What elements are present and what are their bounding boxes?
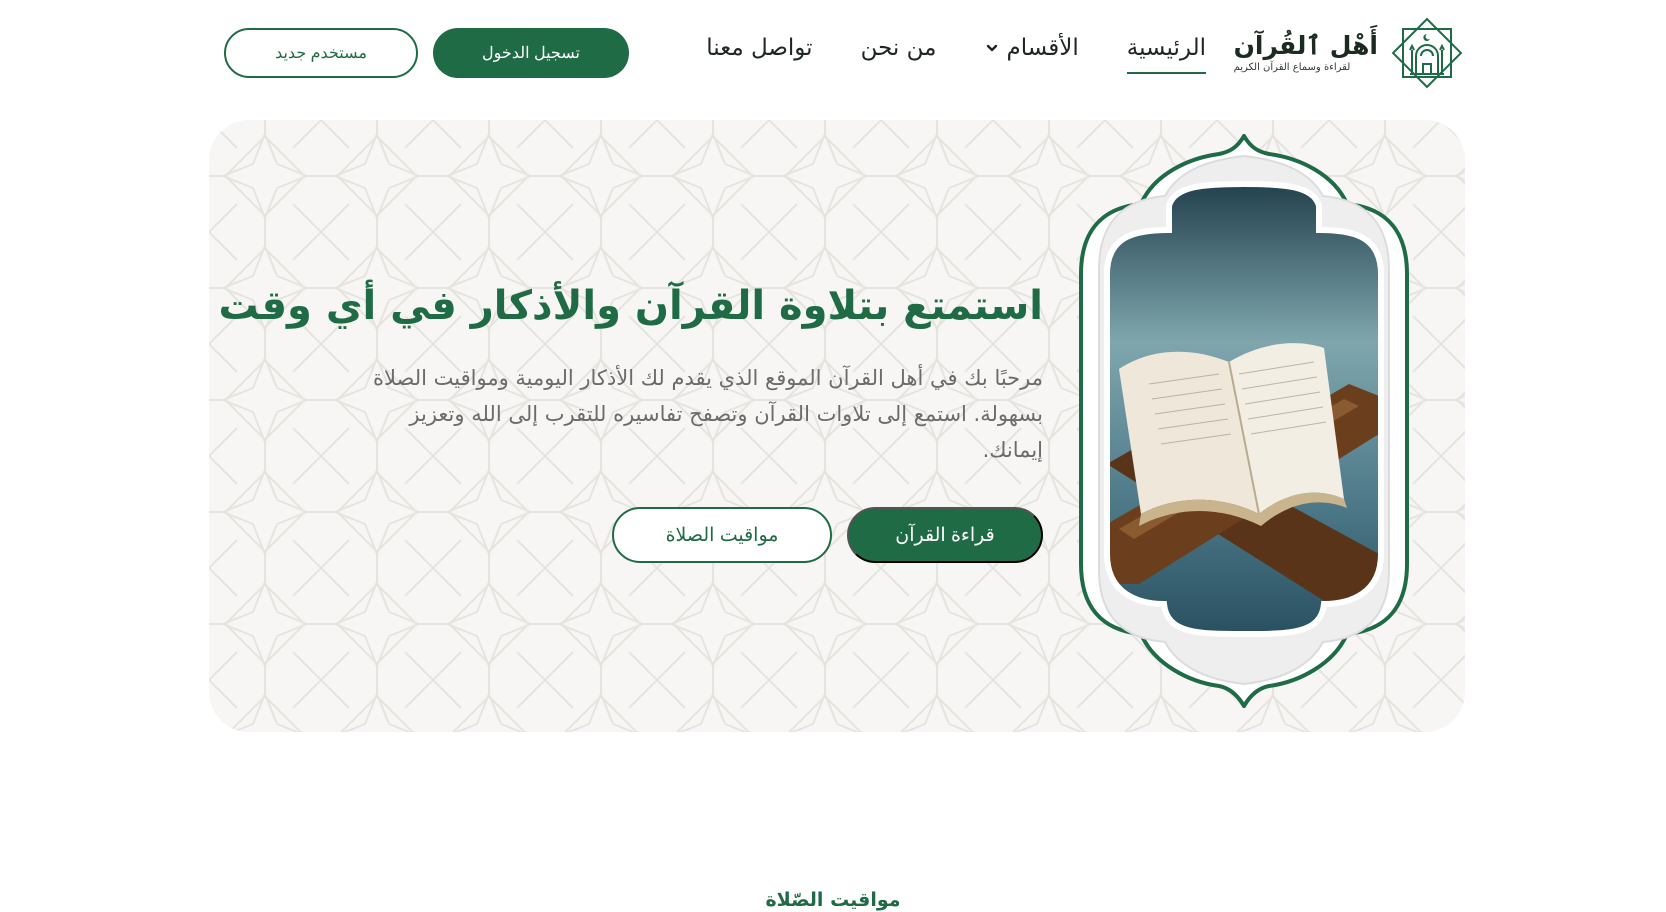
quran-image-frame [1079,134,1409,708]
login-button[interactable]: تسجيل الدخول [433,28,629,78]
logo-title: أَهْل ٱلقُرآن [1233,31,1378,60]
site-header: أَهْل ٱلقُرآن لقراءة وسماع القرآن الكريم… [0,0,1666,106]
hero-title: استمتع بتلاوة القرآن والأذكار في أي وقت … [209,283,1043,329]
nav-sections[interactable]: الأقسام [986,30,1079,74]
logo-subtitle: لقراءة وسماع القرآن الكريم [1233,62,1351,73]
logo-text: أَهْل ٱلقُرآن لقراءة وسماع القرآن الكريم [1234,31,1378,75]
nav-contact[interactable]: تواصل معنا [706,30,812,74]
hero-description: مرحبًا بك في أهل القرآن الموقع الذي يقدم… [373,366,1043,462]
prayer-times-section-title: مواقيت الصّلاة [765,889,901,911]
main-nav: الرئيسية الأقسام من نحن تواصل معنا [706,30,1207,74]
prayer-times-button[interactable]: مواقيت الصلاة [612,507,832,563]
site-logo[interactable]: أَهْل ٱلقُرآن لقراءة وسماع القرآن الكريم [1234,12,1468,94]
nav-about[interactable]: من نحن [861,30,937,74]
hero-section: استمتع بتلاوة القرآن والأذكار في أي وقت … [209,120,1465,732]
register-button[interactable]: مستخدم جديد [224,28,418,78]
mosque-logo-icon [1391,17,1463,89]
nav-sections-label: الأقسام [1006,35,1079,61]
chevron-down-icon [987,44,998,52]
nav-home[interactable]: الرئيسية [1126,30,1207,74]
read-quran-button[interactable]: قراءة القرآن [847,507,1043,563]
